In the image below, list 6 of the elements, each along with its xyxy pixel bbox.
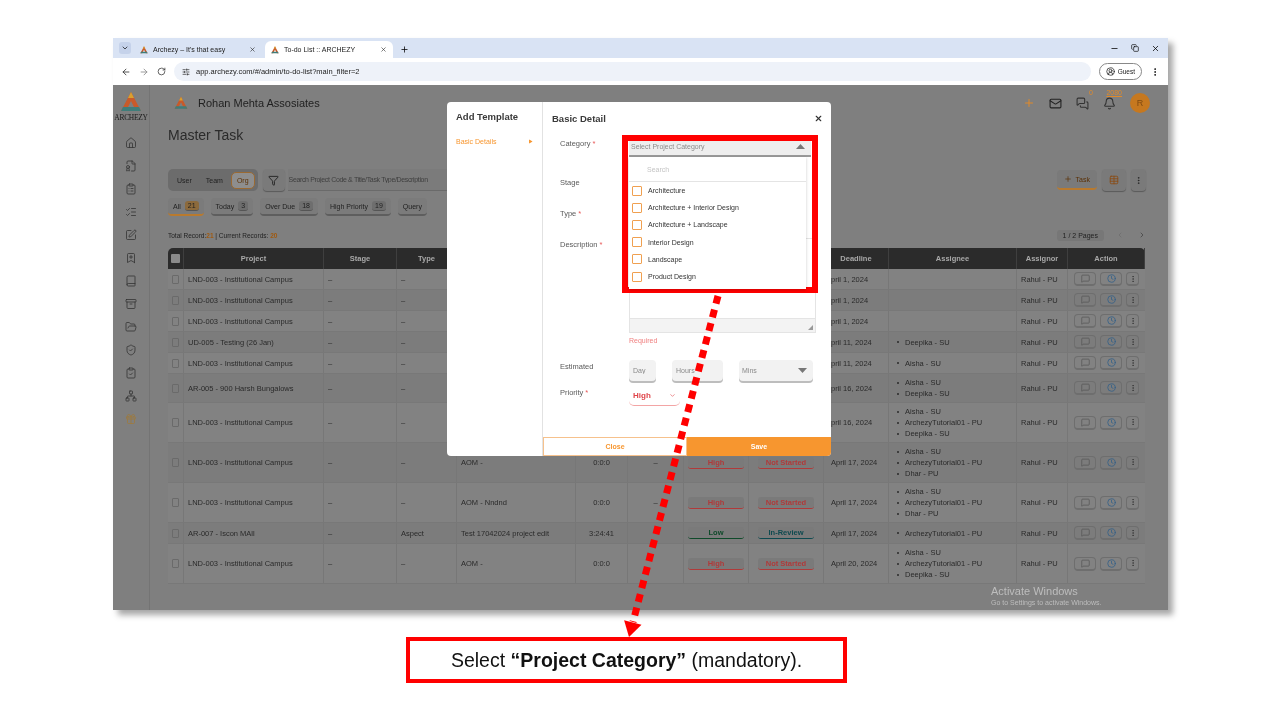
instruction-callout: Select “Project Category” (mandatory).: [406, 637, 847, 683]
section-title: Basic Detail: [552, 113, 606, 124]
activation-title: Activate Windows: [991, 585, 1078, 597]
dialog-title: Add Template: [456, 111, 520, 122]
page-title: Master Task: [168, 127, 244, 145]
company-name: Rohan Mehta Assosiates: [198, 97, 320, 109]
